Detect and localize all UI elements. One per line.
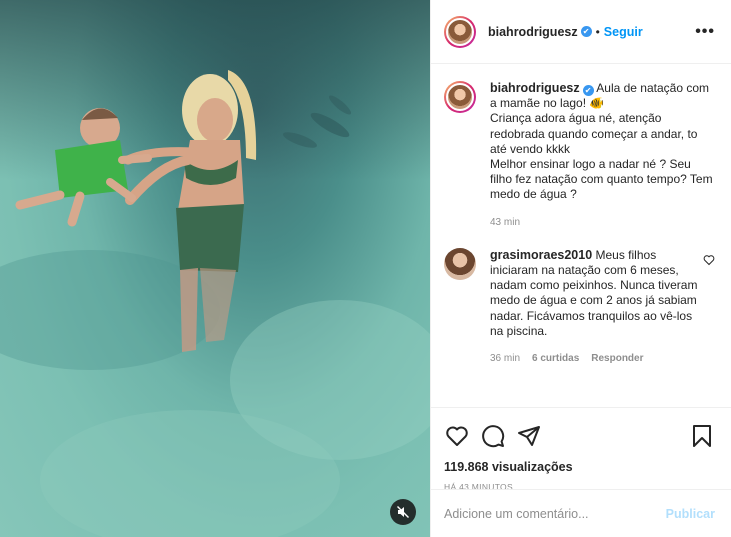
separator-dot: • bbox=[595, 24, 600, 39]
author-avatar[interactable] bbox=[444, 15, 476, 48]
swimming-scene bbox=[15, 70, 352, 352]
like-button[interactable] bbox=[444, 423, 470, 449]
post-header: biahrodriguesz ✔ • Seguir ••• bbox=[431, 0, 731, 64]
muted-speaker-icon bbox=[397, 506, 409, 518]
comment-button[interactable] bbox=[480, 423, 506, 449]
bookmark-icon bbox=[693, 425, 711, 447]
author-username[interactable]: biahrodriguesz bbox=[488, 25, 578, 39]
share-button[interactable] bbox=[516, 423, 542, 449]
reply-button[interactable]: Responder bbox=[591, 351, 643, 366]
comment-icon bbox=[482, 425, 505, 448]
caption-text: Aula de natação com a mamãe no lago! 🐠 C… bbox=[490, 81, 713, 202]
caption: biahrodriguesz ✔ Aula de natação com a ma… bbox=[431, 65, 731, 230]
comment-composer: Publicar bbox=[431, 489, 731, 537]
comment-likes[interactable]: 6 curtidas bbox=[532, 351, 579, 366]
caption-time[interactable]: 43 min bbox=[490, 215, 520, 230]
post-actions: 119.868 visualizações HÁ 43 MINUTOS bbox=[431, 407, 731, 492]
save-button[interactable] bbox=[689, 423, 715, 449]
caption-author[interactable]: biahrodriguesz bbox=[490, 81, 580, 95]
verified-badge-icon: ✔ bbox=[580, 26, 592, 37]
comment-input[interactable] bbox=[444, 506, 666, 521]
views-count[interactable]: 119.868 visualizações bbox=[444, 460, 573, 474]
commenter-avatar[interactable] bbox=[444, 247, 476, 280]
comments-list[interactable]: biahrodriguesz ✔ Aula de natação com a ma… bbox=[431, 65, 731, 407]
post-video[interactable] bbox=[0, 0, 430, 537]
post-panel: biahrodriguesz ✔ • Seguir ••• biahrodrig… bbox=[430, 0, 731, 537]
comment-time[interactable]: 36 min bbox=[490, 351, 520, 366]
follow-button[interactable]: Seguir bbox=[604, 25, 643, 39]
comment-author[interactable]: grasimoraes2010 bbox=[490, 248, 592, 262]
author-avatar[interactable] bbox=[444, 81, 476, 113]
more-options-button[interactable]: ••• bbox=[695, 23, 715, 41]
comment-item: grasimoraes2010 Meus filhos iniciaram na… bbox=[431, 230, 731, 366]
comment-like-heart-icon[interactable] bbox=[703, 254, 715, 266]
verified-badge-icon: ✔ bbox=[582, 85, 594, 96]
share-icon bbox=[518, 426, 540, 446]
heart-icon bbox=[446, 426, 468, 446]
mute-button[interactable] bbox=[390, 499, 416, 525]
publish-button[interactable]: Publicar bbox=[666, 507, 715, 521]
